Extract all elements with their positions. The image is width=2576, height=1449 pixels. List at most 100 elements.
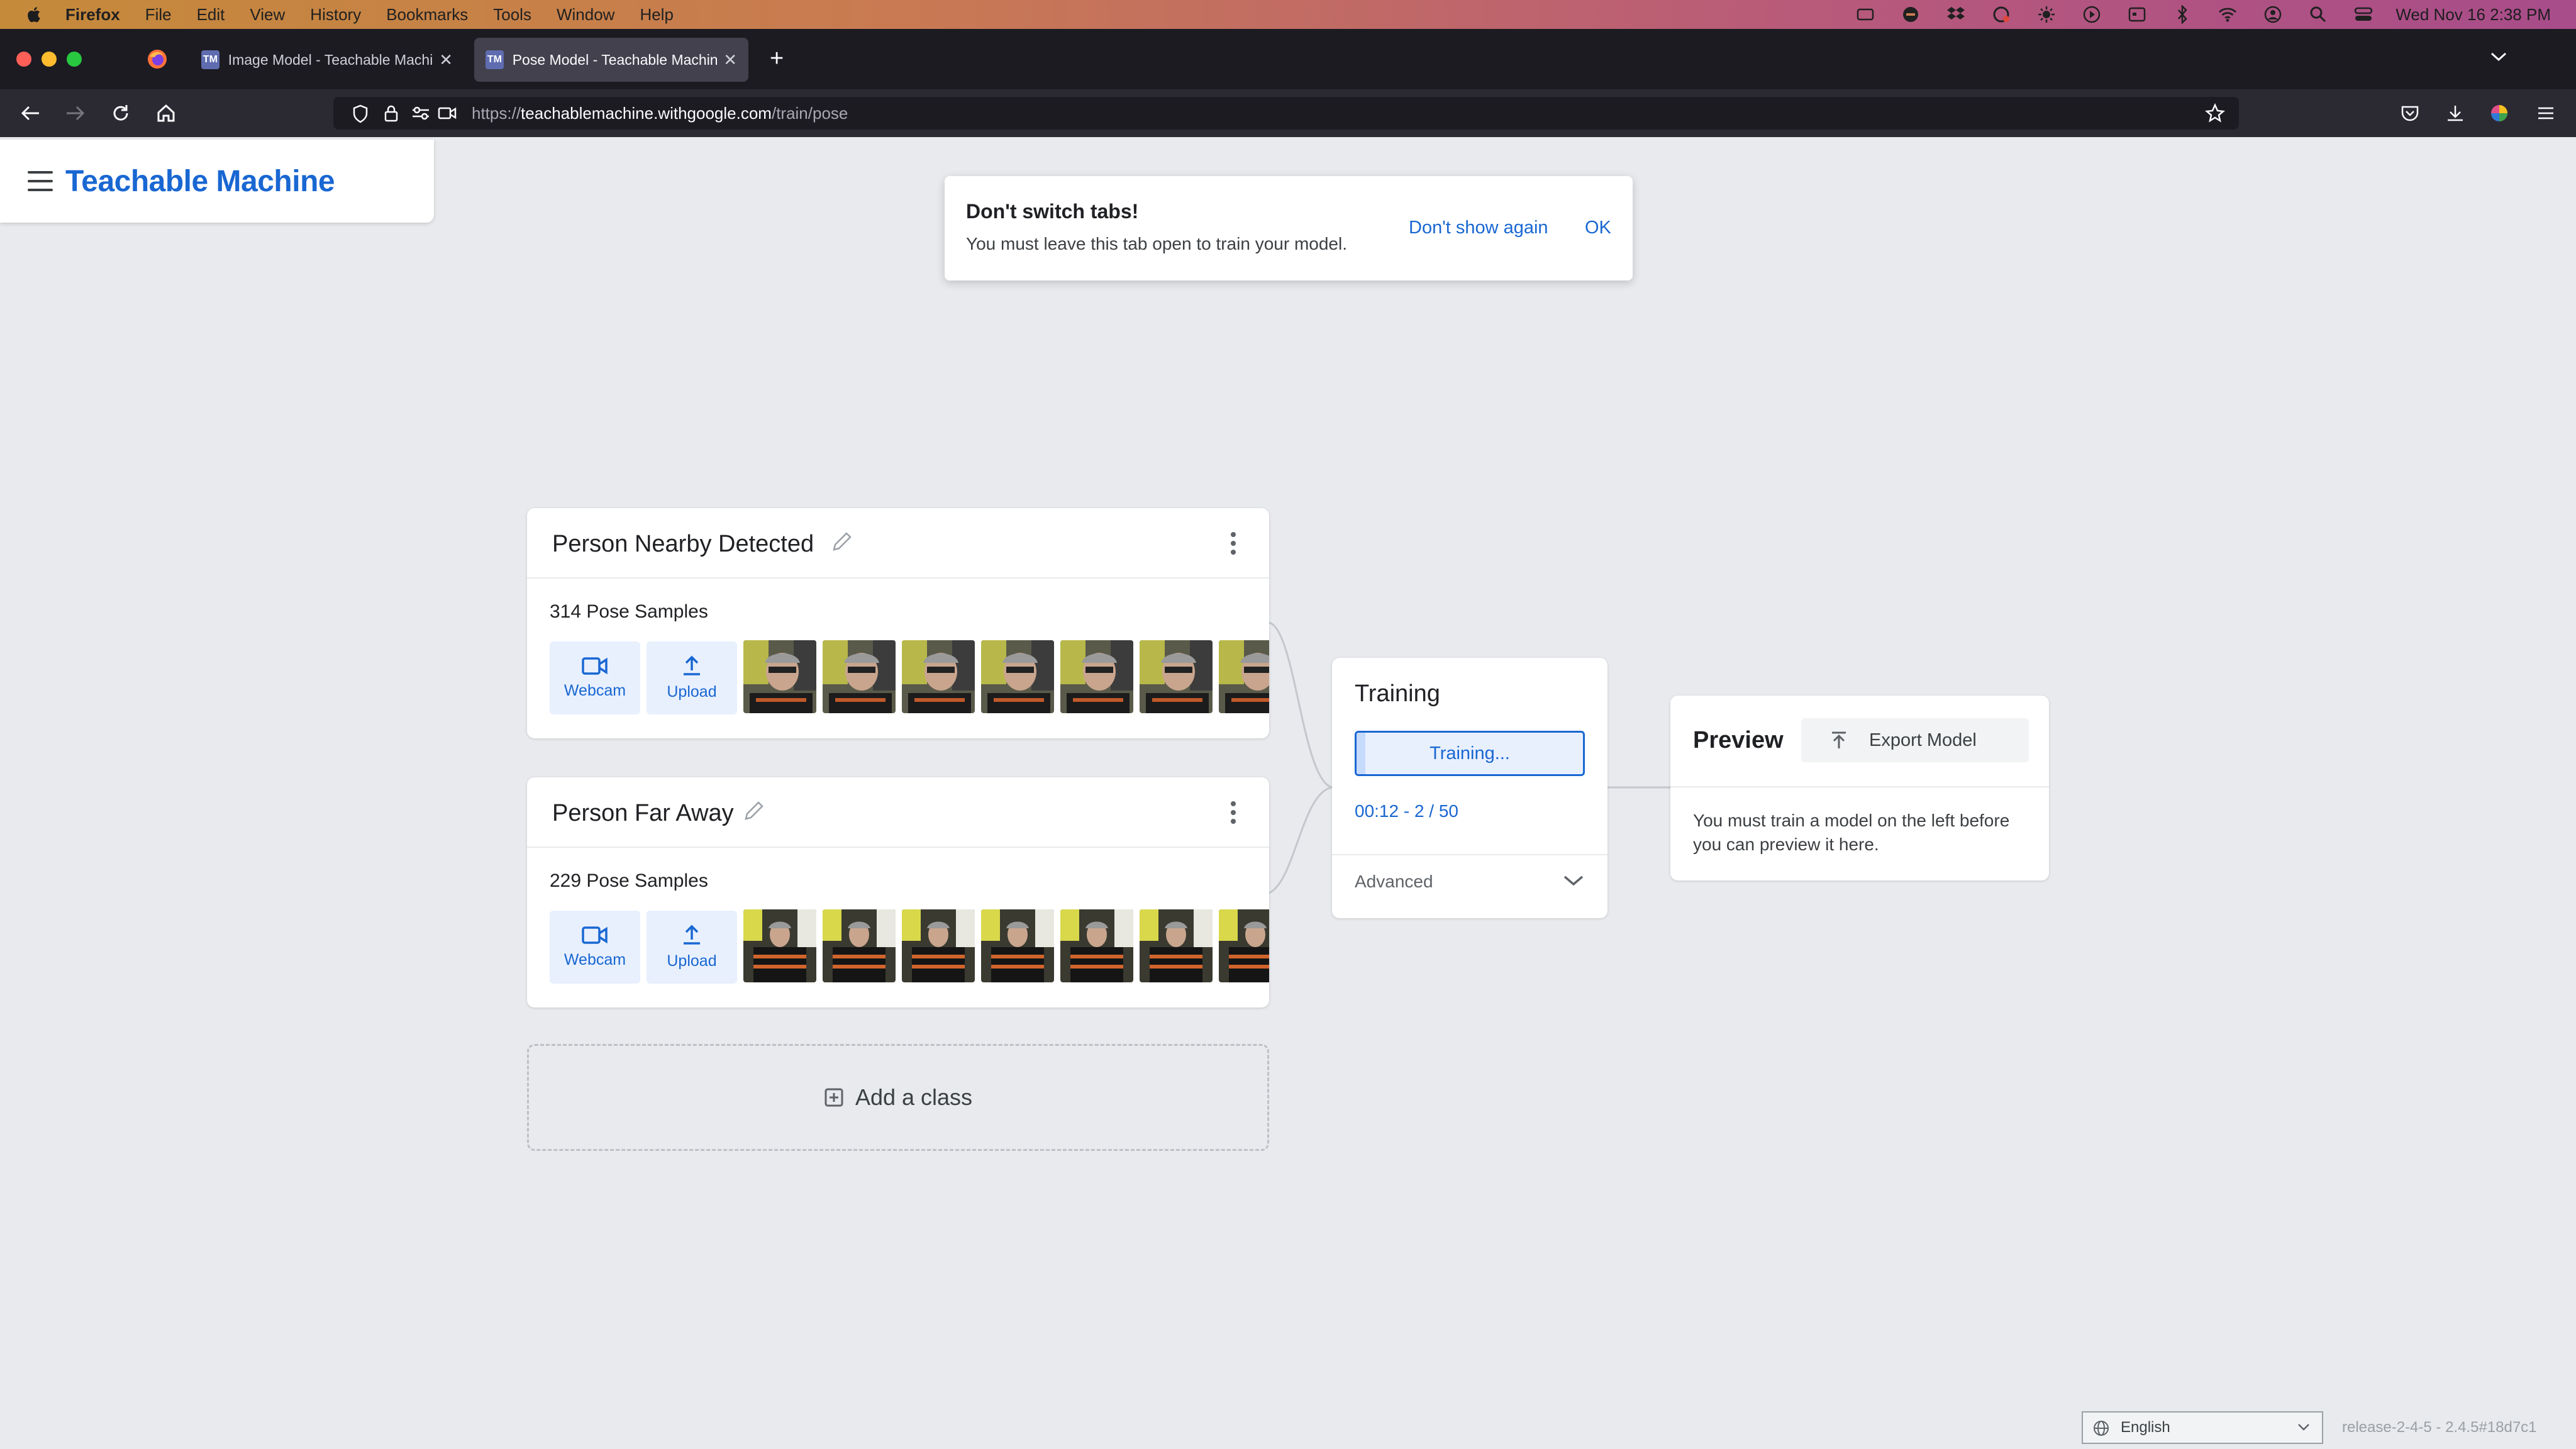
downloads-icon[interactable] <box>2443 101 2468 126</box>
minimize-window-button[interactable] <box>42 52 57 67</box>
class-options-menu-icon[interactable] <box>1230 801 1236 824</box>
tab-image-model[interactable]: TM Image Model - Teachable Machin ✕ <box>190 38 464 82</box>
sample-thumbnail[interactable] <box>902 640 975 713</box>
upload-icon <box>684 655 700 675</box>
dont-show-again-button[interactable]: Don't show again <box>1409 218 1548 238</box>
spotlight-search-icon[interactable] <box>2309 5 2328 24</box>
webcam-button[interactable]: Webcam <box>550 911 640 984</box>
menu-tools[interactable]: Tools <box>493 5 531 25</box>
preview-title: Preview <box>1693 727 1784 753</box>
language-select[interactable]: English <box>2082 1411 2323 1444</box>
ok-button[interactable]: OK <box>1585 218 1611 238</box>
sample-thumbnails <box>743 909 1269 984</box>
bluetooth-icon[interactable] <box>2173 5 2192 24</box>
dropbox-icon[interactable] <box>1946 5 1965 24</box>
menu-history[interactable]: History <box>310 5 361 25</box>
language-value: English <box>2121 1419 2170 1436</box>
edit-pencil-icon[interactable] <box>742 799 766 823</box>
menu-help[interactable]: Help <box>640 5 673 25</box>
tab-pose-model[interactable]: TM Pose Model - Teachable Machin ✕ <box>474 38 748 82</box>
url-protocol: https:// <box>472 103 521 123</box>
wifi-icon[interactable] <box>2218 5 2237 24</box>
globe-icon <box>2094 1421 2109 1436</box>
screen-record-icon[interactable] <box>1856 5 1875 24</box>
training-title: Training <box>1355 680 1440 707</box>
add-class-button[interactable]: Add a class <box>527 1044 1269 1151</box>
sample-thumbnail[interactable] <box>981 640 1054 713</box>
menu-file[interactable]: File <box>145 5 172 25</box>
sample-thumbnail[interactable] <box>1219 909 1269 982</box>
edit-pencil-icon[interactable] <box>830 530 854 553</box>
url-bar[interactable]: https://teachablemachine.withgoogle.com /… <box>333 97 2239 130</box>
advanced-toggle[interactable]: Advanced <box>1355 872 1433 892</box>
close-window-button[interactable] <box>16 52 31 67</box>
reload-icon[interactable] <box>108 101 133 126</box>
sample-thumbnail[interactable] <box>743 909 816 982</box>
play-icon[interactable] <box>2082 5 2101 24</box>
brightness-icon[interactable] <box>2037 5 2056 24</box>
preview-card: Preview Export Model You must train a mo… <box>1670 696 2049 880</box>
webcam-button[interactable]: Webcam <box>550 641 640 714</box>
color-extension-icon[interactable] <box>2487 101 2512 126</box>
training-button[interactable]: Training... <box>1355 731 1585 776</box>
sample-thumbnail[interactable] <box>1060 640 1133 713</box>
class-name[interactable]: Person Far Away <box>552 800 734 827</box>
camera-permission-icon[interactable] <box>438 106 457 125</box>
close-tab-icon[interactable]: ✕ <box>723 50 737 70</box>
calendar-icon[interactable] <box>2128 5 2146 24</box>
control-center-icon[interactable] <box>2354 5 2373 24</box>
class-name[interactable]: Person Nearby Detected <box>552 531 814 558</box>
user-icon[interactable] <box>2263 5 2282 24</box>
menu-firefox[interactable]: Firefox <box>65 5 120 25</box>
sample-thumbnail[interactable] <box>981 909 1054 982</box>
chevron-down-icon <box>2298 1424 2309 1431</box>
menu-bar-clock[interactable]: Wed Nov 16 2:38 PM <box>2396 5 2551 25</box>
sample-thumbnail[interactable] <box>743 640 816 713</box>
sample-thumbnail[interactable] <box>823 640 896 713</box>
upload-button[interactable]: Upload <box>647 911 737 984</box>
zoom-window-button[interactable] <box>67 52 82 67</box>
divider <box>1670 786 2049 787</box>
browser-nav-bar: https://teachablemachine.withgoogle.com /… <box>0 89 2576 137</box>
class-options-menu-icon[interactable] <box>1230 532 1236 555</box>
teachable-machine-favicon-icon: TM <box>486 50 504 69</box>
focus-icon[interactable] <box>1901 5 1920 24</box>
home-icon[interactable] <box>153 101 179 126</box>
new-tab-plus-icon[interactable]: + <box>770 47 784 70</box>
list-tabs-chevron-icon[interactable] <box>2489 50 2508 66</box>
sample-thumbnail[interactable] <box>902 909 975 982</box>
menu-window[interactable]: Window <box>557 5 614 25</box>
teachable-machine-favicon-icon: TM <box>201 50 219 69</box>
chevron-down-icon[interactable] <box>1562 873 1585 888</box>
close-tab-icon[interactable]: ✕ <box>439 50 453 70</box>
sample-thumbnail[interactable] <box>1219 640 1269 713</box>
menu-view[interactable]: View <box>250 5 285 25</box>
sample-thumbnail[interactable] <box>1140 909 1213 982</box>
pocket-icon[interactable] <box>2397 101 2423 126</box>
forward-arrow-icon[interactable] <box>63 101 88 126</box>
hamburger-menu-icon[interactable] <box>28 171 53 191</box>
back-arrow-icon[interactable] <box>18 101 43 126</box>
permissions-icon[interactable] <box>411 106 430 125</box>
sample-thumbnail[interactable] <box>823 909 896 982</box>
sample-thumbnail[interactable] <box>1060 909 1133 982</box>
bookmark-star-icon[interactable] <box>2205 103 2225 128</box>
sample-thumbnail[interactable] <box>1140 640 1213 713</box>
app-menu-hamburger-icon[interactable] <box>2533 101 2558 126</box>
menu-bookmarks[interactable]: Bookmarks <box>386 5 468 25</box>
lock-icon[interactable] <box>384 104 399 127</box>
menu-edit[interactable]: Edit <box>197 5 225 25</box>
upload-button[interactable]: Upload <box>647 641 737 714</box>
tracking-shield-icon[interactable] <box>352 104 369 128</box>
add-class-label: Add a class <box>855 1084 973 1110</box>
export-model-label: Export Model <box>1869 730 1977 750</box>
training-progress-fill <box>1357 733 1366 774</box>
toast-title: Don't switch tabs! <box>966 200 1139 223</box>
sync-icon[interactable] <box>1992 5 2011 24</box>
export-model-button[interactable]: Export Model <box>1801 718 2029 762</box>
firefox-view-icon[interactable] <box>146 48 169 70</box>
app-title[interactable]: Teachable Machine <box>65 164 335 199</box>
apple-icon[interactable] <box>25 5 44 24</box>
url-path: /train/pose <box>771 103 848 123</box>
tab-title: Image Model - Teachable Machin <box>228 51 433 68</box>
